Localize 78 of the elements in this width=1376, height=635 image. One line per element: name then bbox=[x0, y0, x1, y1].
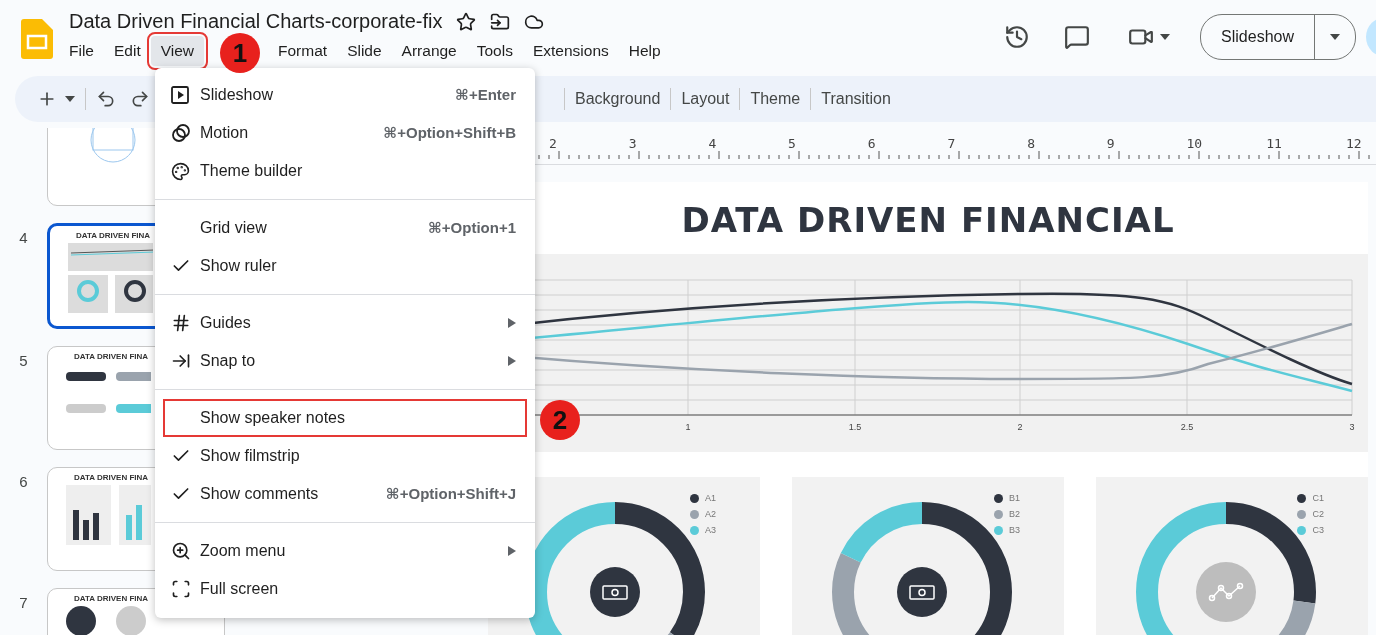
menu-option[interactable]: Show speaker notes bbox=[163, 399, 527, 437]
caret-icon bbox=[65, 96, 75, 102]
keyboard-shortcut: ⌘+Enter bbox=[454, 86, 516, 104]
ruler-number: 9 bbox=[1106, 136, 1116, 151]
menu-item[interactable]: File bbox=[59, 36, 104, 66]
menu-item[interactable]: Arrange bbox=[391, 36, 467, 66]
legend-label: C1 bbox=[1312, 493, 1324, 503]
axis-label: 2.5 bbox=[1180, 422, 1194, 432]
menu-option[interactable]: Motion ⌘+Option+Shift+B bbox=[155, 114, 535, 152]
redo-icon[interactable] bbox=[130, 89, 150, 109]
play-icon bbox=[171, 86, 189, 104]
menu-item[interactable]: Edit bbox=[104, 36, 151, 66]
menu-option[interactable]: Slideshow ⌘+Enter bbox=[155, 76, 535, 114]
toolbar-button[interactable]: Background bbox=[575, 86, 661, 112]
keyboard-shortcut: ⌘+Option+Shift+J bbox=[385, 485, 516, 503]
caret-icon bbox=[1160, 34, 1171, 40]
keyboard-shortcut: ⌘+Option+Shift+B bbox=[383, 124, 516, 142]
menu-item[interactable]: Slide bbox=[337, 36, 392, 66]
toolbar-button[interactable]: Layout bbox=[681, 86, 730, 112]
menu-option-label: Show filmstrip bbox=[200, 447, 300, 465]
ruler-number: 2 bbox=[549, 136, 558, 151]
fullscreen-icon bbox=[171, 579, 191, 599]
keyboard-shortcut: ⌘+Option+1 bbox=[427, 219, 516, 237]
menu-item[interactable]: Extensions bbox=[522, 36, 619, 66]
star-icon[interactable] bbox=[456, 11, 477, 32]
ruler-number: 4 bbox=[708, 136, 718, 151]
arrow-to-line-icon bbox=[171, 351, 191, 371]
slides-logo-icon bbox=[21, 19, 53, 59]
palette-icon bbox=[171, 161, 190, 181]
menu-option[interactable]: Theme builder bbox=[155, 152, 535, 190]
thumbnail-title: DATA DRIVEN FINA bbox=[74, 352, 149, 361]
menu-option-label: Slideshow bbox=[200, 86, 273, 104]
menu-item[interactable]: Help bbox=[618, 36, 671, 66]
menu-option-label: Theme builder bbox=[200, 162, 303, 180]
slide-number: 5 bbox=[18, 351, 29, 369]
axis-label: 1 bbox=[685, 422, 691, 432]
slide-number: 7 bbox=[18, 593, 29, 611]
slide-number: 4 bbox=[18, 228, 29, 246]
legend-label: A3 bbox=[705, 525, 716, 535]
menu-item[interactable]: Format bbox=[268, 36, 338, 66]
legend-label: A1 bbox=[705, 493, 716, 503]
thumbnail-title: DATA DRIVEN FINA bbox=[76, 231, 151, 240]
history-icon[interactable] bbox=[1004, 24, 1031, 50]
slide-preview-drawing bbox=[88, 128, 138, 165]
ruler-number: 5 bbox=[788, 136, 797, 151]
ruler-number: 7 bbox=[947, 136, 957, 151]
grid-icon bbox=[171, 313, 191, 333]
legend-label: B2 bbox=[1009, 509, 1020, 519]
legend-label: C2 bbox=[1312, 509, 1324, 519]
legend-label: B3 bbox=[1009, 525, 1020, 535]
axis-label: 1.5 bbox=[848, 422, 862, 432]
ruler-number: 6 bbox=[867, 136, 877, 151]
legend-label: A2 bbox=[705, 509, 716, 519]
axis-label: 3 bbox=[1349, 422, 1355, 432]
legend-label: B1 bbox=[1009, 493, 1020, 503]
ruler-number: 3 bbox=[628, 136, 638, 151]
menu-item[interactable]: Tools bbox=[466, 36, 523, 66]
legend-label: C3 bbox=[1312, 525, 1324, 535]
ruler-number: 11 bbox=[1266, 136, 1283, 151]
move-folder-icon[interactable] bbox=[490, 11, 511, 32]
thumbnail-title: DATA DRIVEN FINA bbox=[74, 473, 149, 482]
menu-option-label: Motion bbox=[200, 124, 249, 142]
ruler-number: 10 bbox=[1186, 136, 1204, 151]
comment-icon[interactable] bbox=[1064, 24, 1091, 50]
ruler-number: 12 bbox=[1345, 136, 1363, 151]
slideshow-button[interactable]: Slideshow bbox=[1201, 15, 1315, 59]
toolbar-button[interactable]: Theme bbox=[750, 86, 801, 112]
caret-icon bbox=[1330, 34, 1340, 40]
ruler-number: 8 bbox=[1027, 136, 1036, 151]
undo-icon[interactable] bbox=[96, 89, 116, 109]
zoom-in-icon bbox=[171, 541, 191, 561]
slide-number: 6 bbox=[18, 472, 29, 490]
thumbnail-title: DATA DRIVEN FINA bbox=[74, 594, 149, 603]
motion-icon bbox=[171, 123, 191, 143]
step-number-badge: 1 bbox=[220, 33, 260, 73]
document-title: Data Driven Financial Charts-corporate-fix bbox=[69, 10, 443, 33]
axis-label: 2 bbox=[1017, 422, 1023, 432]
toolbar-button[interactable]: Transition bbox=[821, 86, 891, 112]
